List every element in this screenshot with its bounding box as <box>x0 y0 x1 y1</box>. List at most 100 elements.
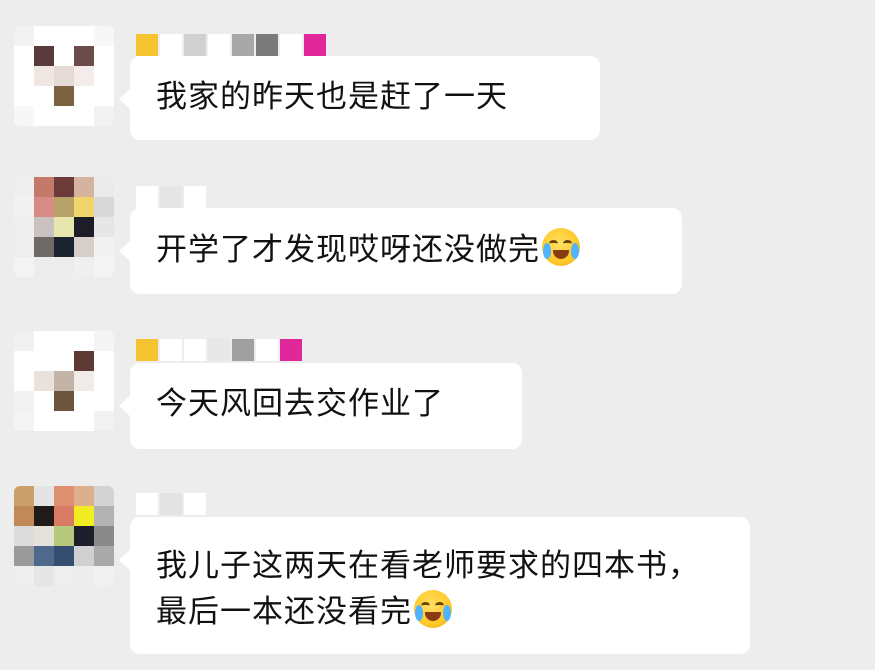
avatar-mosaic-pixel <box>14 371 34 391</box>
avatar-mosaic-pixel <box>74 106 94 126</box>
avatar-mosaic-pixel <box>54 106 74 126</box>
nickname-mosaic-block <box>160 339 182 361</box>
avatar-mosaic-pixel <box>94 46 114 66</box>
avatar[interactable] <box>14 486 114 586</box>
avatar-mosaic-pixel <box>14 257 34 277</box>
message-bubble[interactable]: 我家的昨天也是赶了一天 <box>119 56 600 140</box>
message-bubble[interactable]: 今天风回去交作业了 <box>119 363 522 449</box>
avatar-mosaic-pixel <box>34 506 54 526</box>
avatar-mosaic-pixel <box>54 411 74 431</box>
nickname-mosaic-block <box>136 34 158 56</box>
avatar-mosaic-pixel <box>34 26 54 46</box>
nickname-mosaic-block <box>136 493 158 515</box>
avatar-mosaic-pixel <box>54 86 74 106</box>
avatar-mosaic-pixel <box>94 331 114 351</box>
avatar-mosaic-pixel <box>74 257 94 277</box>
avatar-mosaic-pixel <box>14 86 34 106</box>
avatar-mosaic-pixel <box>94 66 114 86</box>
avatar-mosaic-pixel <box>94 371 114 391</box>
avatar-mosaic-pixel <box>54 506 74 526</box>
avatar-mosaic-pixel <box>34 486 54 506</box>
avatar-mosaic-pixel <box>54 46 74 66</box>
avatar-mosaic-pixel <box>54 237 74 257</box>
avatar-mosaic-pixel <box>54 217 74 237</box>
avatar-mosaic-pixel <box>34 197 54 217</box>
avatar-mosaic-pixel <box>94 217 114 237</box>
nickname-mosaic-block <box>280 34 302 56</box>
avatar-mosaic-pixel <box>74 391 94 411</box>
avatar[interactable] <box>14 331 114 431</box>
avatar-mosaic-pixel <box>14 391 34 411</box>
avatar-mosaic-pixel <box>14 411 34 431</box>
avatar-mosaic-pixel <box>74 86 94 106</box>
message-bubble[interactable]: 我儿子这两天在看老师要求的四本书，最后一本还没看完 <box>119 517 750 654</box>
avatar-mosaic-pixel <box>54 331 74 351</box>
avatar-mosaic-pixel <box>74 26 94 46</box>
avatar-mosaic-pixel <box>54 486 74 506</box>
nickname-redacted <box>136 186 230 208</box>
nickname-mosaic-block <box>136 186 158 208</box>
avatar-mosaic-pixel <box>14 217 34 237</box>
avatar[interactable] <box>14 177 114 277</box>
avatar-mosaic-pixel <box>14 546 34 566</box>
nickname-mosaic-block <box>256 34 278 56</box>
laugh-cry-emoji <box>414 590 452 628</box>
avatar-mosaic-pixel <box>34 217 54 237</box>
nickname-mosaic-block <box>184 339 206 361</box>
nickname-mosaic-block <box>160 493 182 515</box>
avatar-mosaic-pixel <box>94 546 114 566</box>
message-text: 我家的昨天也是赶了一天 <box>156 79 508 115</box>
nickname-mosaic-block <box>184 493 206 515</box>
avatar-mosaic-pixel <box>34 257 54 277</box>
avatar-mosaic-pixel <box>14 506 34 526</box>
avatar-mosaic-pixel <box>14 566 34 586</box>
avatar-mosaic-pixel <box>34 371 54 391</box>
nickname-redacted <box>136 339 302 361</box>
avatar-mosaic-pixel <box>54 197 74 217</box>
avatar-mosaic-pixel <box>14 237 34 257</box>
nickname-mosaic-block <box>184 186 206 208</box>
nickname-mosaic-block <box>208 34 230 56</box>
avatar-mosaic-pixel <box>74 351 94 371</box>
avatar-mosaic-pixel <box>14 26 34 46</box>
nickname-redacted <box>136 493 206 515</box>
avatar-mosaic-pixel <box>94 391 114 411</box>
avatar-mosaic-pixel <box>74 237 94 257</box>
avatar-mosaic-pixel <box>94 506 114 526</box>
avatar-mosaic-pixel <box>14 331 34 351</box>
avatar-mosaic-pixel <box>34 66 54 86</box>
avatar-mosaic-pixel <box>54 391 74 411</box>
avatar-mosaic-pixel <box>34 391 54 411</box>
avatar-mosaic-pixel <box>94 177 114 197</box>
avatar-mosaic-pixel <box>14 526 34 546</box>
avatar-mosaic-pixel <box>94 197 114 217</box>
avatar-mosaic-pixel <box>74 197 94 217</box>
avatar-mosaic-pixel <box>74 506 94 526</box>
avatar-mosaic-pixel <box>94 411 114 431</box>
avatar-mosaic-pixel <box>54 526 74 546</box>
avatar[interactable] <box>14 26 114 126</box>
avatar-mosaic-pixel <box>34 351 54 371</box>
message-bubble[interactable]: 开学了才发现哎呀还没做完 <box>119 208 682 294</box>
nickname-redacted <box>136 34 326 56</box>
avatar-mosaic-pixel <box>34 46 54 66</box>
message-text: 开学了才发现哎呀还没做完 <box>156 232 540 268</box>
avatar-mosaic-pixel <box>74 371 94 391</box>
nickname-mosaic-block <box>232 339 254 361</box>
avatar-mosaic-pixel <box>54 66 74 86</box>
avatar-mosaic-pixel <box>14 351 34 371</box>
laugh-cry-emoji <box>542 228 580 266</box>
avatar-mosaic-pixel <box>34 177 54 197</box>
avatar-mosaic-pixel <box>34 331 54 351</box>
avatar-mosaic-pixel <box>74 546 94 566</box>
avatar-mosaic-pixel <box>14 197 34 217</box>
avatar-mosaic-pixel <box>54 566 74 586</box>
nickname-mosaic-block <box>208 339 230 361</box>
nickname-mosaic-block <box>184 34 206 56</box>
avatar-mosaic-pixel <box>74 177 94 197</box>
avatar-mosaic-pixel <box>54 26 74 46</box>
avatar-mosaic-pixel <box>74 411 94 431</box>
avatar-mosaic-pixel <box>14 66 34 86</box>
avatar-mosaic-pixel <box>74 66 94 86</box>
avatar-mosaic-pixel <box>14 46 34 66</box>
